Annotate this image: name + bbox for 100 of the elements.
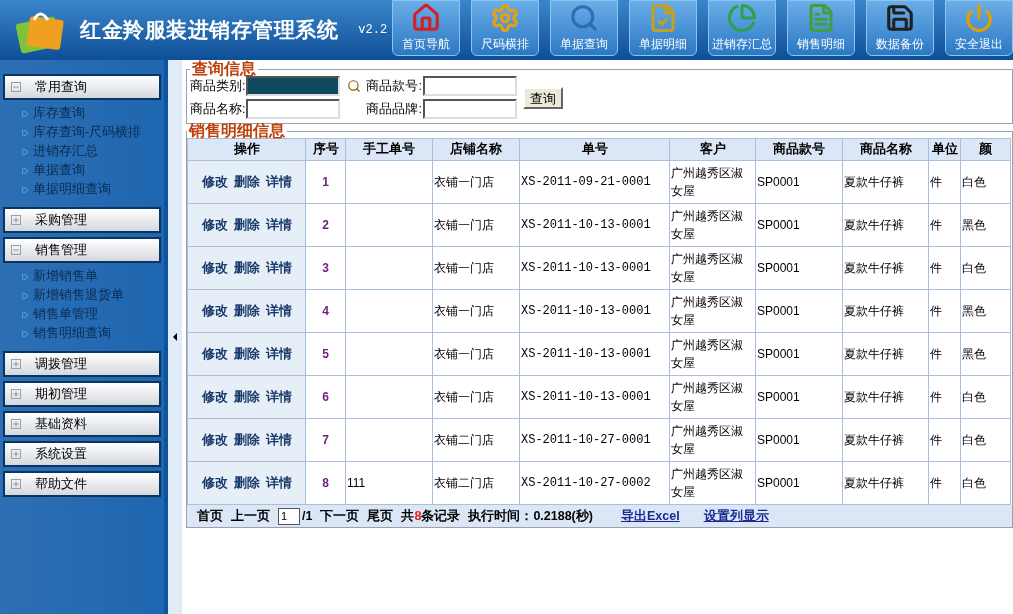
toolbar-button[interactable]: 尺码横排 xyxy=(471,0,539,56)
page-field[interactable]: 1 xyxy=(278,507,300,525)
table-cell: SP0001 xyxy=(755,160,843,204)
action-link[interactable]: 修改 xyxy=(201,175,228,190)
table-cell: 件 xyxy=(928,375,961,419)
expand-icon xyxy=(11,419,21,429)
action-link[interactable]: 详情 xyxy=(265,304,292,319)
table-cell: 白色 xyxy=(960,246,1011,290)
table-cell: 衣铺一门店 xyxy=(432,289,520,333)
prev-page-link[interactable]: 上一页 xyxy=(231,506,270,526)
table-cell: SP0001 xyxy=(755,203,843,247)
pie-chart-icon xyxy=(727,3,757,33)
action-link[interactable]: 修改 xyxy=(201,433,228,448)
table-cell: 广州越秀区淑女屋 xyxy=(669,461,756,505)
table-cell: 广州越秀区淑女屋 xyxy=(669,418,756,462)
app-title: 红金羚服装进销存管理系统 xyxy=(80,17,339,44)
table-cell: 件 xyxy=(928,418,961,462)
action-link[interactable]: 删除 xyxy=(233,218,260,233)
query-button[interactable]: 查询 xyxy=(522,86,563,109)
table-cell: 夏款牛仔裤 xyxy=(842,375,929,419)
sidebar-group-header[interactable]: 期初管理 xyxy=(3,381,161,407)
action-link[interactable]: 删除 xyxy=(233,433,260,448)
toolbar-button[interactable]: 数据备份 xyxy=(866,0,934,56)
toolbar-button[interactable]: 销售明细 xyxy=(787,0,855,56)
input-field[interactable] xyxy=(246,99,341,119)
table-cell: 衣铺一门店 xyxy=(432,160,520,204)
category-field[interactable] xyxy=(246,76,341,96)
field-label: 商品品牌: xyxy=(366,100,422,118)
sidebar-group-header[interactable]: 采购管理 xyxy=(3,207,161,233)
bullet-icon xyxy=(21,128,29,137)
sidebar-group-header[interactable]: 基础资料 xyxy=(3,411,161,437)
table-cell: 件 xyxy=(928,332,961,376)
bullet-icon xyxy=(21,109,29,118)
table-cell: 件 xyxy=(928,289,961,333)
action-link[interactable]: 修改 xyxy=(201,218,228,233)
column-header: 店铺名称 xyxy=(432,138,520,161)
bullet-icon xyxy=(21,329,29,338)
table-cell: XS-2011-09-21-0001 xyxy=(519,160,670,204)
home-icon xyxy=(411,3,441,33)
action-link[interactable]: 详情 xyxy=(265,261,292,276)
sidebar-group-header[interactable]: 销售管理 xyxy=(3,237,161,263)
toolbar-button[interactable]: 单据查询 xyxy=(550,0,618,56)
expand-icon xyxy=(11,389,21,399)
sidebar-group-header[interactable]: 调拨管理 xyxy=(3,351,161,377)
action-link[interactable]: 删除 xyxy=(233,476,260,491)
bullet-icon xyxy=(21,166,29,175)
toolbar-button[interactable]: 安全退出 xyxy=(945,0,1013,56)
sidebar-group-header[interactable]: 帮助文件 xyxy=(3,471,161,497)
action-link[interactable]: 修改 xyxy=(201,347,228,362)
collapse-icon xyxy=(11,245,21,255)
action-link[interactable]: 详情 xyxy=(265,347,292,362)
action-link[interactable]: 修改 xyxy=(201,261,228,276)
column-header: 单号 xyxy=(519,138,670,161)
action-link[interactable]: 修改 xyxy=(201,304,228,319)
column-header: 序号 xyxy=(305,138,346,161)
table-cell: 夏款牛仔裤 xyxy=(842,246,929,290)
sidebar-group-header[interactable]: 系统设置 xyxy=(3,441,161,467)
table-cell: 3 xyxy=(305,246,346,290)
collapse-arrow-icon[interactable] xyxy=(173,333,177,341)
power-icon xyxy=(964,3,994,33)
action-link[interactable]: 删除 xyxy=(233,347,260,362)
input-field[interactable] xyxy=(422,76,517,96)
toolbar-button[interactable]: 进销存汇总 xyxy=(708,0,776,56)
action-link[interactable]: 删除 xyxy=(233,175,260,190)
action-link[interactable]: 修改 xyxy=(201,476,228,491)
action-link[interactable]: 详情 xyxy=(265,476,292,491)
action-link[interactable]: 详情 xyxy=(265,390,292,405)
next-page-link[interactable]: 下一页 xyxy=(320,506,360,526)
table-cell: 广州越秀区淑女屋 xyxy=(669,160,756,204)
export-link[interactable]: 导出Excel xyxy=(620,506,680,526)
table-cell: 件 xyxy=(928,246,961,290)
toolbar-button[interactable]: 首页导航 xyxy=(392,0,460,56)
first-page-link[interactable]: 首页 xyxy=(197,506,223,526)
table-cell: 夏款牛仔裤 xyxy=(842,461,929,505)
bullet-icon xyxy=(21,310,29,319)
table-cell: XS-2011-10-13-0001 xyxy=(519,375,670,419)
expand-icon xyxy=(11,449,21,459)
sidebar-group-header[interactable]: 常用查询 xyxy=(3,74,161,100)
table-cell: 白色 xyxy=(960,461,1011,505)
lookup-icon[interactable] xyxy=(347,79,362,93)
column-header: 客户 xyxy=(669,138,756,161)
input-field[interactable] xyxy=(422,99,517,119)
last-page-link[interactable]: 尾页 xyxy=(367,506,394,526)
action-link[interactable]: 删除 xyxy=(233,304,260,319)
action-link[interactable]: 删除 xyxy=(233,261,260,276)
table-cell: SP0001 xyxy=(755,246,843,290)
table-cell: 衣铺二门店 xyxy=(432,461,520,505)
table-cell: XS-2011-10-13-0001 xyxy=(519,289,670,333)
table-cell: 白色 xyxy=(960,375,1011,419)
action-link[interactable]: 详情 xyxy=(265,433,292,448)
action-link[interactable]: 详情 xyxy=(265,218,292,233)
toolbar-button[interactable]: 单据明细 xyxy=(629,0,697,56)
action-link[interactable]: 删除 xyxy=(233,390,260,405)
action-link[interactable]: 修改 xyxy=(201,390,228,405)
column-settings-link[interactable]: 设置列显示 xyxy=(703,506,769,526)
panel-title: 查询信息 xyxy=(191,62,257,76)
version-label: v2.2 xyxy=(358,22,388,39)
table-cell: 衣铺一门店 xyxy=(432,203,520,247)
action-link[interactable]: 详情 xyxy=(265,175,292,190)
table-cell: 4 xyxy=(305,289,346,333)
